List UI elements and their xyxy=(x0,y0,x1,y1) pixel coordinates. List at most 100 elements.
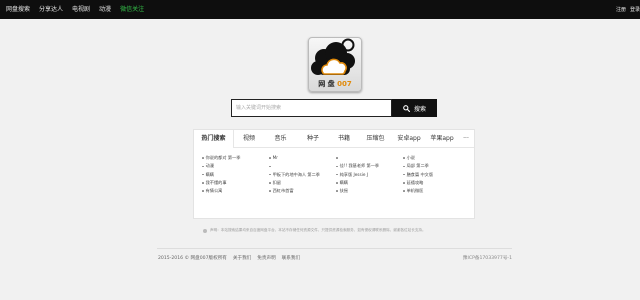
nav-link-tv-series[interactable]: 电视剧 xyxy=(72,0,90,19)
bullet-icon xyxy=(403,182,405,184)
icp-license[interactable]: 豫ICP备17033977号-1 xyxy=(463,255,512,261)
bullet-icon xyxy=(269,182,271,184)
hot-search-item[interactable] xyxy=(269,162,336,170)
hot-search-item-label: 瞒瞒 xyxy=(205,171,214,177)
tab-books[interactable]: 书籍 xyxy=(329,130,359,148)
hot-search-column: Mr 甲板下的地中海人 第二季 扣留 西虹市首富 xyxy=(269,154,336,195)
tab-music[interactable]: 音乐 xyxy=(264,130,297,148)
login-link[interactable]: 登录 xyxy=(630,6,640,13)
footer-link-disclaimer[interactable]: 免责声明 xyxy=(257,255,275,261)
hot-search-column: 佳!! 我基老师 第一季 纯享版 Jessie J 瞒瞒 扶摇 xyxy=(336,154,403,195)
account-links: 注册 登录 xyxy=(612,0,640,19)
bullet-icon xyxy=(403,157,405,159)
footer-link-about[interactable]: 关于我们 xyxy=(233,255,251,261)
site-logo[interactable]: 网 盘 007 xyxy=(306,36,364,94)
bullet-icon xyxy=(403,173,405,176)
nav-link-share-experts[interactable]: 分享达人 xyxy=(39,0,63,19)
bullet-icon xyxy=(202,182,204,184)
hot-search-item[interactable]: 西虹市首富 xyxy=(269,187,336,195)
category-panel: 热门搜索 视频 音乐 种子 书籍 压缩包 安卓app 苹果app ··· 你说的… xyxy=(193,129,475,219)
hot-search-item-label: 西虹市首富 xyxy=(272,188,294,194)
hot-search-item-label: 动漫 xyxy=(205,163,214,169)
bullet-icon xyxy=(403,165,405,168)
register-link[interactable]: 注册 xyxy=(616,6,626,13)
hot-search-item-label: 你说的都对 第一季 xyxy=(205,155,241,160)
hot-search-item[interactable]: 小说 xyxy=(403,154,470,162)
copyright-text: 2015-2016 © 网盘007版权所有 xyxy=(158,256,227,261)
top-navigation-bar: 网盘搜索 分享达人 电视剧 动漫 微信关注 注册 登录 xyxy=(0,0,640,19)
search-button-label: 搜索 xyxy=(413,105,426,113)
hot-search-item-label: 瞒瞒 xyxy=(339,179,348,185)
tab-torrent[interactable]: 种子 xyxy=(297,130,329,148)
hot-search-item[interactable]: 延禧攻略 xyxy=(403,179,470,187)
bullet-icon xyxy=(336,157,338,159)
nav-link-pan-search[interactable]: 网盘搜索 xyxy=(6,0,30,19)
hot-search-item-label: 单机微医 xyxy=(406,188,424,194)
hot-search-item[interactable]: 动漫 xyxy=(202,162,269,170)
bullet-icon xyxy=(269,190,271,192)
hot-search-item[interactable]: 扣留 xyxy=(269,179,336,187)
tab-hot-search[interactable]: 热门搜索 xyxy=(194,130,234,148)
top-nav-links: 网盘搜索 分享达人 电视剧 动漫 微信关注 xyxy=(0,0,153,19)
category-tabs: 热门搜索 视频 音乐 种子 书籍 压缩包 安卓app 苹果app ··· xyxy=(194,130,474,148)
footer-link-contact[interactable]: 联系我们 xyxy=(282,255,300,261)
hot-search-item-label: 扣留 xyxy=(272,179,281,185)
hot-search-item-label: Mr xyxy=(272,155,278,160)
search-input[interactable] xyxy=(231,99,392,117)
hot-search-item-label: 有情公寓 xyxy=(205,188,223,194)
hot-search-item-label: 小说 xyxy=(406,155,415,160)
bullet-icon xyxy=(336,182,338,184)
cloud-search-logo-icon xyxy=(311,38,355,75)
tab-ios-app[interactable]: 苹果app xyxy=(426,130,458,148)
bullet-icon xyxy=(202,190,204,192)
hot-search-item-label: 延禧攻略 xyxy=(406,179,424,185)
hot-search-item[interactable]: 瞒瞒 xyxy=(202,171,269,179)
hot-search-item[interactable]: Mr xyxy=(269,154,336,162)
hot-search-item[interactable]: 佳!! 我基老师 第一季 xyxy=(336,162,403,170)
hot-search-item[interactable]: 瞒瞒 xyxy=(336,179,403,187)
hot-search-item[interactable] xyxy=(336,154,403,162)
hot-search-item-label: 膳食篇 中文版 xyxy=(406,171,434,177)
hot-search-item[interactable]: 甲板下的地中海人 第二季 xyxy=(269,171,336,179)
hot-search-item[interactable]: 局部 第二季 xyxy=(403,162,470,170)
magnifier-icon xyxy=(403,104,410,112)
hot-search-item[interactable]: 你说的都对 第一季 xyxy=(202,154,269,162)
hot-search-column: 小说 局部 第二季 膳食篇 中文版 延禧攻略 单机微医 xyxy=(403,154,470,195)
tab-android-app[interactable]: 安卓app xyxy=(392,130,426,148)
disclaimer-text: 声明：本站搜索结果均来自百度网盘平台，本站不存储任何资源文件，只提供资源检索服务… xyxy=(210,228,426,232)
hot-search-item[interactable]: 单机微医 xyxy=(403,187,470,195)
tab-more[interactable]: ··· xyxy=(458,130,474,148)
bullet-icon xyxy=(202,165,204,168)
logo-text-number: 007 xyxy=(337,80,352,88)
search-bar: 搜索 xyxy=(231,99,437,117)
bullet-icon xyxy=(403,190,405,192)
hot-search-item-label: 我不懂的事 xyxy=(205,179,227,185)
search-button[interactable]: 搜索 xyxy=(392,99,437,117)
hot-search-item-label: 纯享版 Jessie J xyxy=(339,171,368,177)
nav-link-anime[interactable]: 动漫 xyxy=(99,0,111,19)
hot-search-column: 你说的都对 第一季 动漫 瞒瞒 我不懂的事 有情公寓 xyxy=(202,154,269,195)
logo-text-main: 网 盘 xyxy=(318,80,335,88)
hot-search-item[interactable]: 我不懂的事 xyxy=(202,179,269,187)
bullet-icon xyxy=(202,173,204,176)
hot-search-item[interactable]: 扶摇 xyxy=(336,187,403,195)
tab-archives[interactable]: 压缩包 xyxy=(359,130,392,148)
hot-search-columns: 你说的都对 第一季 动漫 瞒瞒 我不懂的事 有情公寓 Mr 甲板下的地中海人 第… xyxy=(194,148,474,195)
nav-link-wechat-follow[interactable]: 微信关注 xyxy=(120,0,144,19)
bullet-icon xyxy=(336,190,338,192)
info-icon xyxy=(203,228,207,233)
hot-search-item-label: 甲板下的地中海人 第二季 xyxy=(272,171,320,177)
bullet-icon xyxy=(269,165,271,168)
hot-search-item-label: 局部 第二季 xyxy=(406,163,429,169)
hot-search-item[interactable]: 膳食篇 中文版 xyxy=(403,171,470,179)
footer-divider xyxy=(157,248,512,249)
bullet-icon xyxy=(336,173,338,176)
hot-search-item[interactable]: 纯享版 Jessie J xyxy=(336,171,403,179)
tab-video[interactable]: 视频 xyxy=(234,130,264,148)
page-footer: 2015-2016 © 网盘007版权所有 关于我们 免责声明 联系我们 豫IC… xyxy=(158,254,512,262)
bullet-icon xyxy=(269,173,271,176)
bullet-icon xyxy=(269,157,271,159)
bullet-icon xyxy=(336,165,338,168)
disclaimer-notice: 声明：本站搜索结果均来自百度网盘平台，本站不存储任何资源文件，只提供资源检索服务… xyxy=(203,227,483,234)
hot-search-item[interactable]: 有情公寓 xyxy=(202,187,269,195)
